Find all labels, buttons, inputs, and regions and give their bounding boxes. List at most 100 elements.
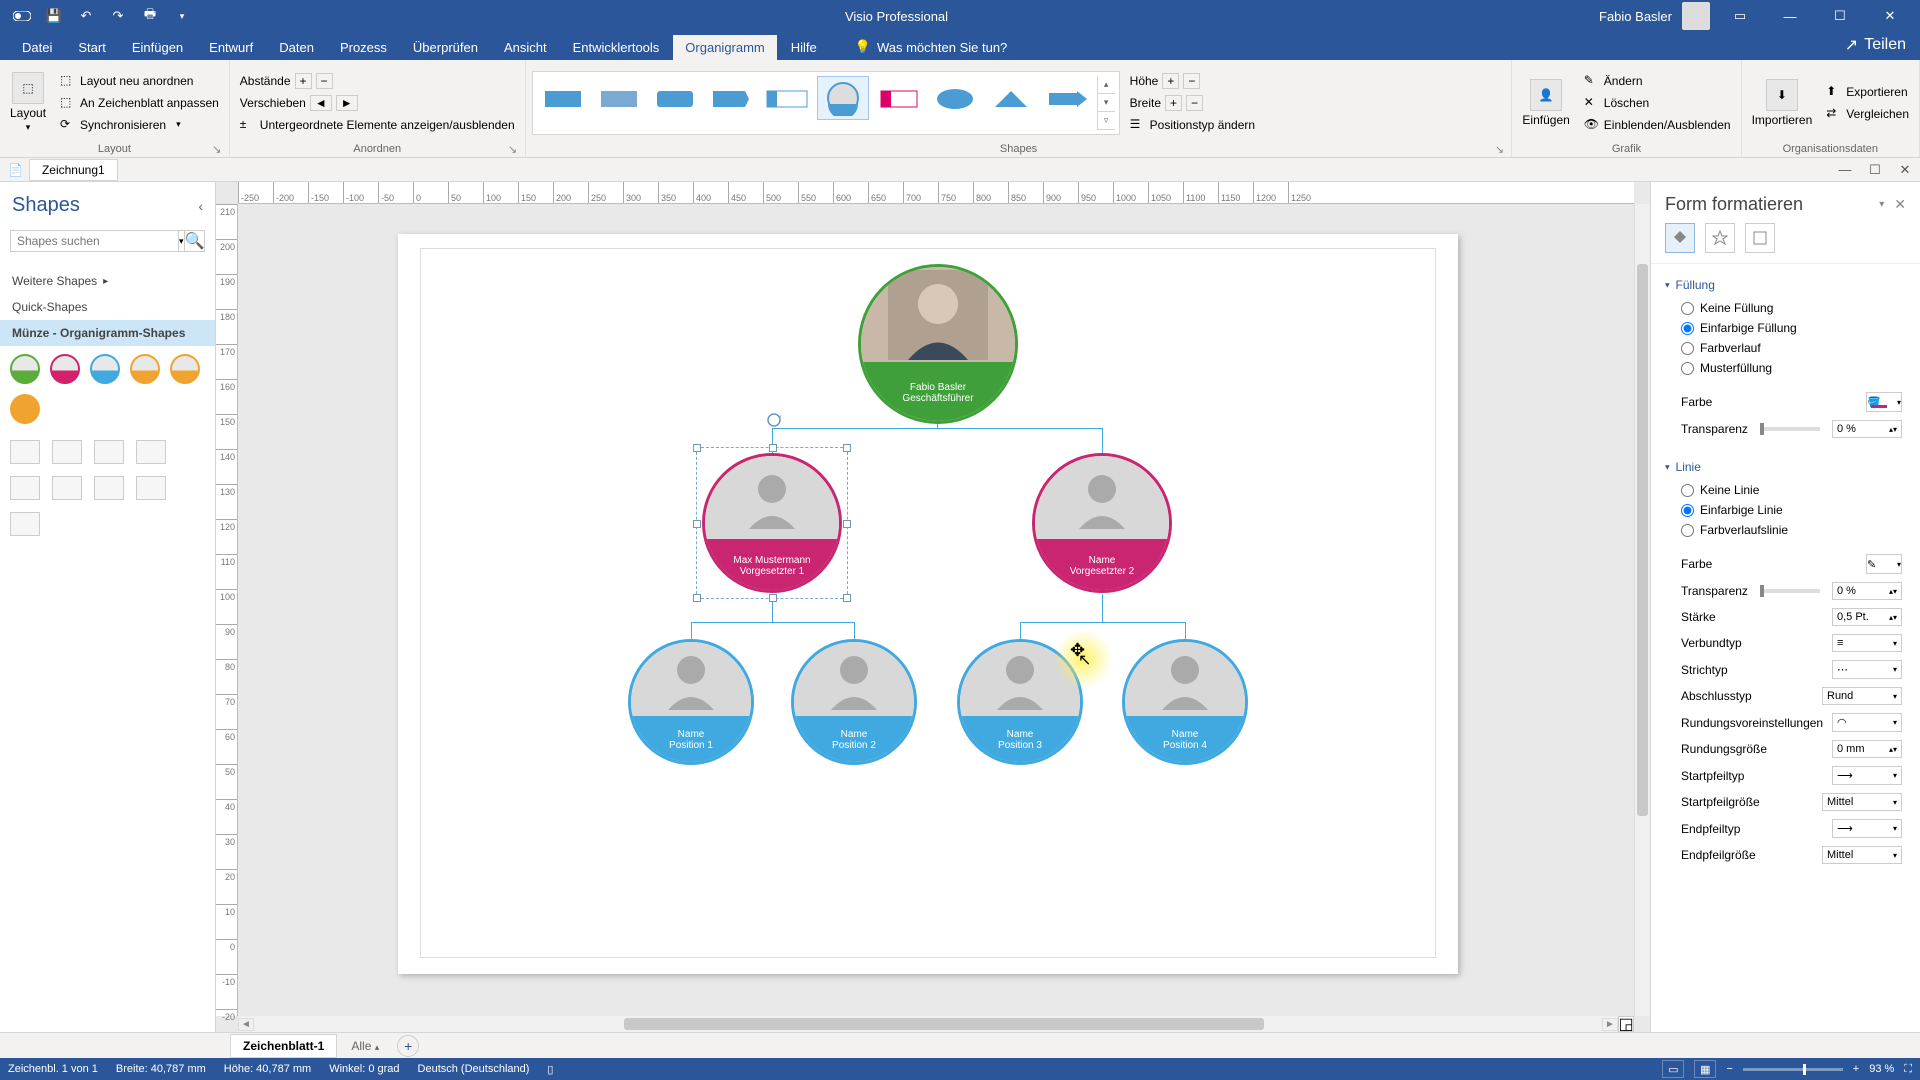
connector[interactable] [1102, 428, 1103, 453]
gallery-down-icon[interactable]: ▾ [1098, 94, 1115, 112]
close-window-icon[interactable]: ✕ [1870, 0, 1910, 32]
zoom-slider[interactable] [1743, 1068, 1843, 1071]
compare-button[interactable]: ⇄Vergleichen [1822, 104, 1913, 124]
format-tab-effects[interactable] [1705, 223, 1735, 253]
endsize-select[interactable]: Mittel▾ [1822, 846, 1902, 864]
status-language[interactable]: Deutsch (Deutschland) [418, 1063, 530, 1075]
horizontal-scrollbar[interactable]: ◄ ► ◲ [238, 1016, 1634, 1032]
helper-9[interactable] [10, 512, 40, 536]
begsize-select[interactable]: Mittel▾ [1822, 793, 1902, 811]
node-emp2[interactable]: NamePosition 2 [791, 639, 917, 765]
import-button[interactable]: ⬇ Importieren [1748, 77, 1817, 129]
doc-close-icon[interactable]: ✕ [1890, 162, 1920, 178]
tab-entwicklertools[interactable]: Entwicklertools [561, 35, 672, 60]
helper-1[interactable] [10, 440, 40, 464]
tab-ansicht[interactable]: Ansicht [492, 35, 559, 60]
dialog-launcher-icon[interactable]: ↘ [1493, 143, 1505, 155]
close-pane-icon[interactable]: ✕ [1894, 196, 1906, 213]
line-none-option[interactable]: Keine Linie [1665, 480, 1906, 500]
zoom-in-icon[interactable]: + [1853, 1063, 1859, 1075]
helper-3[interactable] [94, 440, 124, 464]
view-presentation-icon[interactable]: ▭ [1662, 1060, 1684, 1078]
spacing-minus[interactable]: − [316, 73, 333, 89]
redo-icon[interactable]: ↷ [106, 4, 130, 28]
helper-7[interactable] [94, 476, 124, 500]
fill-color-picker[interactable]: 🪣▾ [1866, 392, 1902, 412]
qat-more-icon[interactable]: ▾ [170, 4, 194, 28]
tab-prozess[interactable]: Prozess [328, 35, 399, 60]
quick-shapes-link[interactable]: Quick-Shapes [0, 294, 215, 320]
maximize-icon[interactable]: ☐ [1820, 0, 1860, 32]
style-5[interactable] [761, 76, 813, 120]
begarr-picker[interactable]: ⟶▾ [1832, 766, 1902, 785]
vscroll-thumb[interactable] [1637, 264, 1648, 816]
helper-6[interactable] [52, 476, 82, 500]
hscroll-thumb[interactable] [624, 1018, 1264, 1030]
shape-coin-blue[interactable] [90, 354, 120, 384]
roundsize-input[interactable]: 0 mm▴▾ [1832, 740, 1902, 758]
tell-me-search[interactable]: 💡 Was möchten Sie tun? [845, 34, 1018, 60]
transparency-input[interactable]: 0 %▴▾ [1832, 420, 1902, 438]
node-mgr1[interactable]: Max Mustermann Vorgesetzter 1 [702, 453, 842, 593]
shape-coin-solid[interactable] [10, 394, 40, 424]
shape-coin-pink[interactable] [50, 354, 80, 384]
share-button[interactable]: ↗ Teilen [1831, 30, 1920, 60]
tab-einfuegen[interactable]: Einfügen [120, 35, 195, 60]
endarr-picker[interactable]: ⟶▾ [1832, 819, 1902, 838]
zoom-out-icon[interactable]: − [1726, 1063, 1732, 1075]
toggle-subs-button[interactable]: ±Untergeordnete Elemente anzeigen/ausble… [236, 115, 519, 135]
gallery-expand-icon[interactable]: ▿ [1098, 112, 1115, 130]
line-color-picker[interactable]: ✎▾ [1866, 554, 1902, 574]
line-transparency-input[interactable]: 0 %▴▾ [1832, 582, 1902, 600]
change-picture-button[interactable]: ✎Ändern [1580, 71, 1735, 91]
node-emp3[interactable]: NamePosition 3 [957, 639, 1083, 765]
style-8[interactable] [929, 76, 981, 120]
document-tab[interactable]: Zeichnung1 [29, 159, 118, 181]
helper-5[interactable] [10, 476, 40, 500]
dialog-launcher-icon[interactable]: ↘ [507, 143, 519, 155]
page-tab-1[interactable]: Zeichenblatt-1 [230, 1034, 337, 1058]
node-emp1[interactable]: NamePosition 1 [628, 639, 754, 765]
cap-select[interactable]: Rund▾ [1822, 687, 1902, 705]
dash-picker[interactable]: ⋯▾ [1832, 660, 1902, 679]
more-shapes-link[interactable]: Weitere Shapes▸ [0, 268, 215, 294]
connector[interactable] [1020, 622, 1186, 623]
helper-2[interactable] [52, 440, 82, 464]
width-plus[interactable]: + [1165, 95, 1182, 111]
connector[interactable] [1102, 594, 1103, 622]
vertical-scrollbar[interactable] [1634, 204, 1650, 1016]
shapes-search-input[interactable] [10, 230, 179, 252]
tab-entwurf[interactable]: Entwurf [197, 35, 265, 60]
tab-hilfe[interactable]: Hilfe [779, 35, 829, 60]
connector[interactable] [772, 428, 1103, 429]
spacing-plus[interactable]: + [295, 73, 312, 89]
style-6-selected[interactable] [817, 76, 869, 120]
zoom-level[interactable]: 93 % [1869, 1063, 1894, 1075]
print-icon[interactable]: 🖶 [138, 4, 162, 28]
fit-page-button[interactable]: ⬚An Zeichenblatt anpassen [56, 93, 223, 113]
style-1[interactable] [537, 76, 589, 120]
style-4[interactable] [705, 76, 757, 120]
style-7[interactable] [873, 76, 925, 120]
gallery-up-icon[interactable]: ▴ [1098, 76, 1115, 94]
minimize-icon[interactable]: — [1770, 0, 1810, 32]
page-tab-all[interactable]: Alle ▴ [341, 1035, 389, 1057]
tab-ueberpruefen[interactable]: Überprüfen [401, 35, 490, 60]
position-type-button[interactable]: ☰Positionstyp ändern [1126, 115, 1259, 135]
format-dropdown-icon[interactable]: ▾ [1879, 199, 1884, 210]
node-emp4[interactable]: NamePosition 4 [1122, 639, 1248, 765]
tab-organigramm[interactable]: Organigramm [673, 35, 776, 60]
connector[interactable] [691, 622, 855, 623]
style-2[interactable] [593, 76, 645, 120]
node-ceo[interactable]: Fabio Basler Geschäftsführer [858, 264, 1018, 424]
user-name[interactable]: Fabio Basler [1599, 9, 1672, 24]
undo-icon[interactable]: ↶ [74, 4, 98, 28]
transparency-slider[interactable] [1760, 427, 1820, 431]
style-10[interactable] [1041, 76, 1093, 120]
tab-datei[interactable]: Datei [10, 35, 64, 60]
avatar[interactable] [1682, 2, 1710, 30]
connector[interactable] [772, 428, 773, 453]
hscroll-right-icon[interactable]: ► [1602, 1018, 1618, 1031]
autosave-toggle[interactable] [10, 4, 34, 28]
round-picker[interactable]: ◠▾ [1832, 713, 1902, 732]
